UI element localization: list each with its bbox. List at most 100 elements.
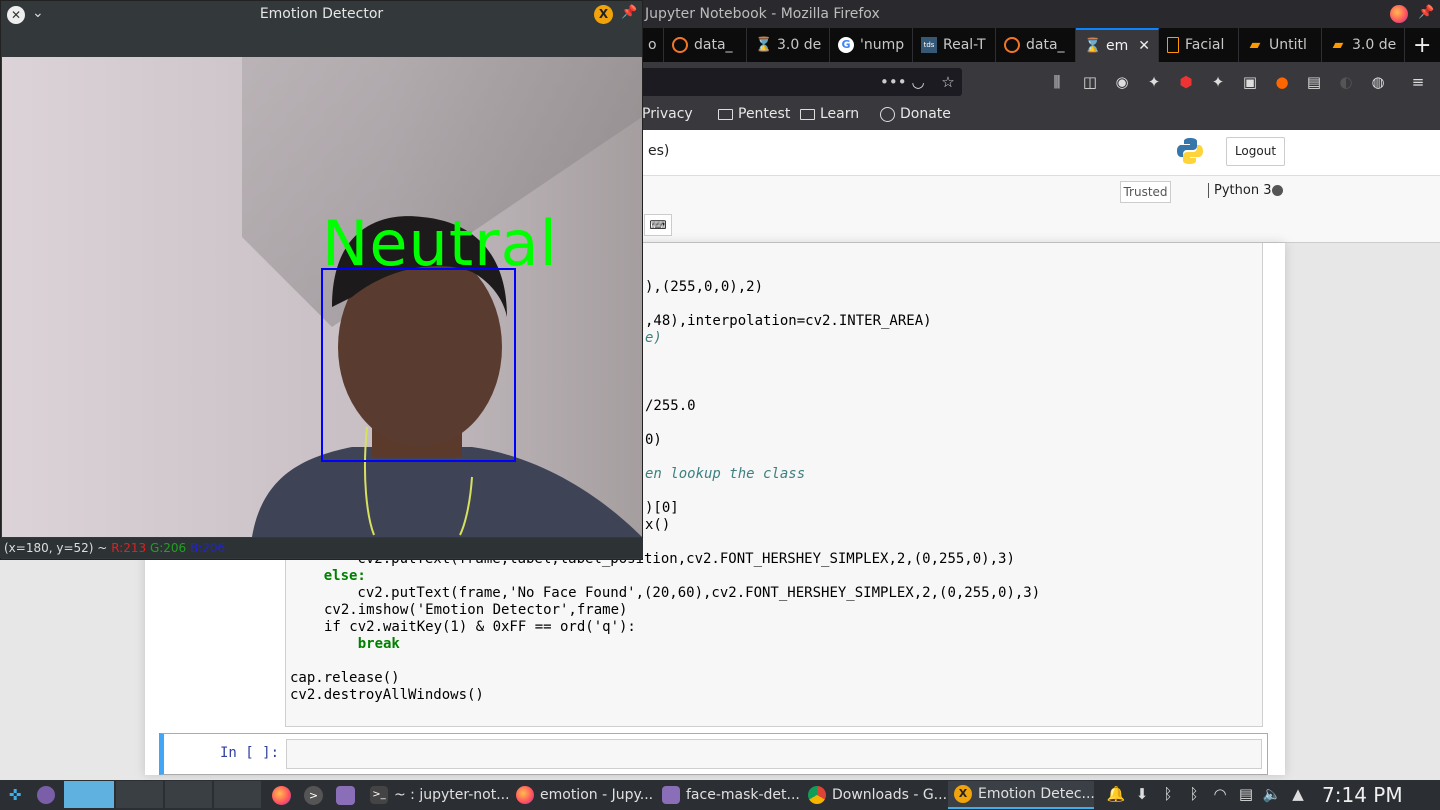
tab-label: 3.0 de (1352, 37, 1397, 53)
bookmark-label: Donate (900, 106, 951, 122)
page-actions-icon[interactable]: ••• (880, 72, 907, 92)
tab-5[interactable]: data_ (996, 28, 1076, 62)
pin-icon[interactable]: 📌 (1418, 5, 1434, 20)
library-icon[interactable]: ⫼ (1047, 72, 1067, 92)
tds-icon: tds (921, 37, 937, 53)
blue-value: B:206 (190, 541, 226, 555)
tab-label: Untitl (1269, 37, 1307, 53)
taskbar-item-chrome[interactable]: Downloads - G... (802, 781, 946, 809)
pixel-status-bar: (x=180, y=52) ~ R:213 G:206 B:206 (0, 538, 643, 558)
notifications-icon[interactable]: 🔔 (1106, 785, 1126, 803)
cell-input[interactable] (286, 739, 1262, 769)
tab-label: data_ (694, 37, 733, 53)
tab-2[interactable]: ⌛ 3.0 de (747, 28, 830, 62)
cell-prompt: In [ ]: (220, 745, 280, 761)
tab-7[interactable]: Facial (1159, 28, 1239, 62)
tab-label: 'nump (860, 37, 905, 53)
menu-icon[interactable]: ≡ (1408, 72, 1428, 92)
trusted-badge[interactable]: Trusted (1120, 181, 1171, 203)
clipboard-icon[interactable]: ▤ (1236, 785, 1256, 803)
extension-icon[interactable]: ✦ (1208, 72, 1228, 92)
notebook-icon: ▰ (1249, 37, 1261, 53)
pocket-icon[interactable]: ◡ (908, 72, 928, 92)
hourglass-icon: ⌛ (755, 37, 773, 53)
taskbar-label: face-mask-det... (686, 787, 800, 803)
tab-8[interactable]: ▰ Untitl (1239, 28, 1322, 62)
extension-icon[interactable]: ✦ (1144, 72, 1164, 92)
editor-launcher-icon[interactable] (336, 786, 355, 805)
bookmark-privacy[interactable]: Privacy (642, 106, 693, 122)
download-icon[interactable]: ⬇ (1132, 785, 1152, 803)
folder-icon (718, 108, 733, 120)
code-line: cap.release() (290, 670, 400, 686)
extension-icon[interactable]: ▤ (1304, 72, 1324, 92)
tab-3[interactable]: G 'nump (830, 28, 913, 62)
firefox-launcher-icon[interactable] (272, 786, 291, 805)
folder-icon (662, 786, 680, 804)
bookmark-pentest[interactable]: Pentest (718, 106, 790, 122)
terminal-icon: >_ (370, 786, 388, 804)
chevron-down-icon[interactable]: ⌄ (32, 5, 44, 21)
account-icon[interactable]: ◉ (1112, 72, 1132, 92)
close-tab-icon[interactable]: ✕ (1138, 38, 1150, 54)
bookmark-learn[interactable]: Learn (800, 106, 859, 122)
taskbar-item-firefox[interactable]: emotion - Jupy... (510, 781, 654, 809)
tab-1[interactable]: data_ (664, 28, 747, 62)
firefox-icon (516, 786, 534, 804)
workspace-3[interactable] (165, 781, 212, 808)
emotion-label: Neutral (322, 207, 558, 280)
app-x-icon: X (954, 785, 972, 803)
code-line: /255.0 (645, 398, 696, 414)
bookmark-donate[interactable]: Donate (880, 106, 951, 122)
wifi-icon[interactable]: ◠ (1210, 785, 1230, 803)
extension-icon[interactable]: ▣ (1240, 72, 1260, 92)
extension-icon[interactable]: ◐ (1336, 72, 1356, 92)
ublock-icon[interactable]: ⬢ (1176, 72, 1196, 92)
taskbar-item-files[interactable]: face-mask-det... (656, 781, 800, 809)
tab-0[interactable]: o (640, 28, 664, 62)
clock[interactable]: 7:14 PM (1322, 783, 1403, 807)
taskbar-label: emotion - Jupy... (540, 787, 654, 803)
new-tab-button[interactable]: + (1405, 28, 1440, 62)
sidebar-icon[interactable]: ◫ (1080, 72, 1100, 92)
extension-icon[interactable]: ● (1272, 72, 1292, 92)
bluetooth-icon[interactable]: ᛒ (1158, 785, 1178, 803)
app-launcher-icon[interactable]: ✜ (5, 786, 25, 804)
expand-tray-icon[interactable]: ▲ (1288, 785, 1308, 803)
code-comment: en lookup the class (645, 466, 806, 482)
kernel-name[interactable]: Python 3 (1208, 183, 1271, 198)
keyboard-shortcuts-button[interactable]: ⌨ (644, 214, 672, 236)
tab-9[interactable]: ▰ 3.0 de (1322, 28, 1405, 62)
activity-icon[interactable] (37, 786, 55, 804)
code-line: break (324, 636, 400, 652)
pin-icon[interactable]: 📌 (621, 5, 637, 20)
workspace-2[interactable] (116, 781, 163, 808)
terminal-launcher-icon[interactable]: > (304, 786, 323, 805)
workspace-1-active[interactable] (64, 781, 114, 808)
bluetooth-alt-icon[interactable]: ᛒ (1184, 785, 1204, 803)
cursor-coordinates: (x=180, y=52) ~ (4, 541, 108, 555)
globe-icon[interactable]: ◍ (1368, 72, 1388, 92)
webcam-image (2, 57, 642, 537)
kernel-status-indicator (1272, 185, 1283, 196)
taskbar-item-terminal[interactable]: >_ ~ : jupyter-not... (364, 781, 508, 809)
python-logo-icon (1177, 138, 1203, 164)
close-icon[interactable]: ✕ (7, 6, 25, 24)
volume-icon[interactable]: 🔈 (1262, 785, 1282, 803)
workspace-4[interactable] (214, 781, 261, 808)
taskbar-item-emotion-detector[interactable]: X Emotion Detec... (948, 781, 1094, 809)
tab-4[interactable]: tds Real-T (913, 28, 996, 62)
logout-button[interactable]: Logout (1226, 137, 1285, 166)
bookmark-label: Learn (820, 106, 860, 122)
code-line: ,48),interpolation=cv2.INTER_AREA) (645, 313, 932, 329)
globe-icon (880, 106, 895, 122)
tab-6-active[interactable]: ⌛ em ✕ (1076, 28, 1159, 62)
notebook-name[interactable]: es) (648, 143, 669, 159)
star-icon[interactable]: ☆ (938, 72, 958, 92)
code-line: if cv2.waitKey(1) & 0xFF == ord('q'): (324, 619, 636, 635)
jupyter-icon (672, 37, 688, 53)
green-value: G:206 (149, 541, 187, 555)
document-icon (1167, 37, 1179, 53)
code-line: cv2.putText(frame,'No Face Found',(20,60… (290, 585, 1041, 601)
webcam-frame[interactable]: Neutral (2, 57, 642, 537)
